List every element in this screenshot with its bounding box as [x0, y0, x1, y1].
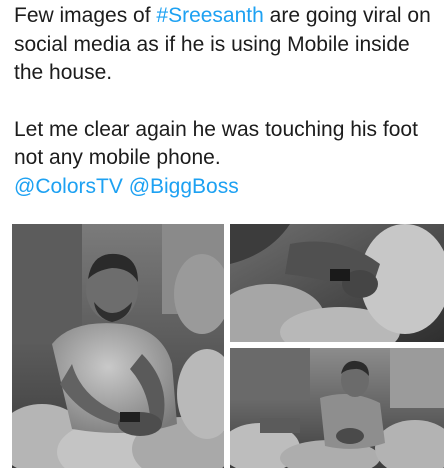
tweet-photo-1-image: [12, 224, 224, 468]
hashtag-link[interactable]: #Sreesanth: [156, 4, 263, 27]
mention-link-biggboss[interactable]: @BiggBoss: [129, 175, 239, 198]
mention-link-colorstv[interactable]: @ColorsTV: [14, 175, 123, 198]
mentions-line: @ColorsTV @BiggBoss: [14, 173, 439, 202]
photo-grid: [12, 224, 444, 468]
tweet-photo-3[interactable]: [230, 348, 444, 468]
tweet-photo-3-image: [230, 348, 444, 468]
tweet-text: Few images of #Sreesanth are going viral…: [14, 2, 439, 201]
tweet-photo-1[interactable]: [12, 224, 224, 468]
tweet-paragraph-2: Let me clear again he was touching his f…: [14, 116, 439, 202]
tweet-text-clarification: Let me clear again he was touching his f…: [14, 117, 418, 170]
tweet-text-prefix: Few images of: [14, 4, 157, 27]
tweet-paragraph-1: Few images of #Sreesanth are going viral…: [14, 2, 439, 88]
tweet-photo-2-image: [230, 224, 444, 342]
tweet-photo-2[interactable]: [230, 224, 444, 342]
